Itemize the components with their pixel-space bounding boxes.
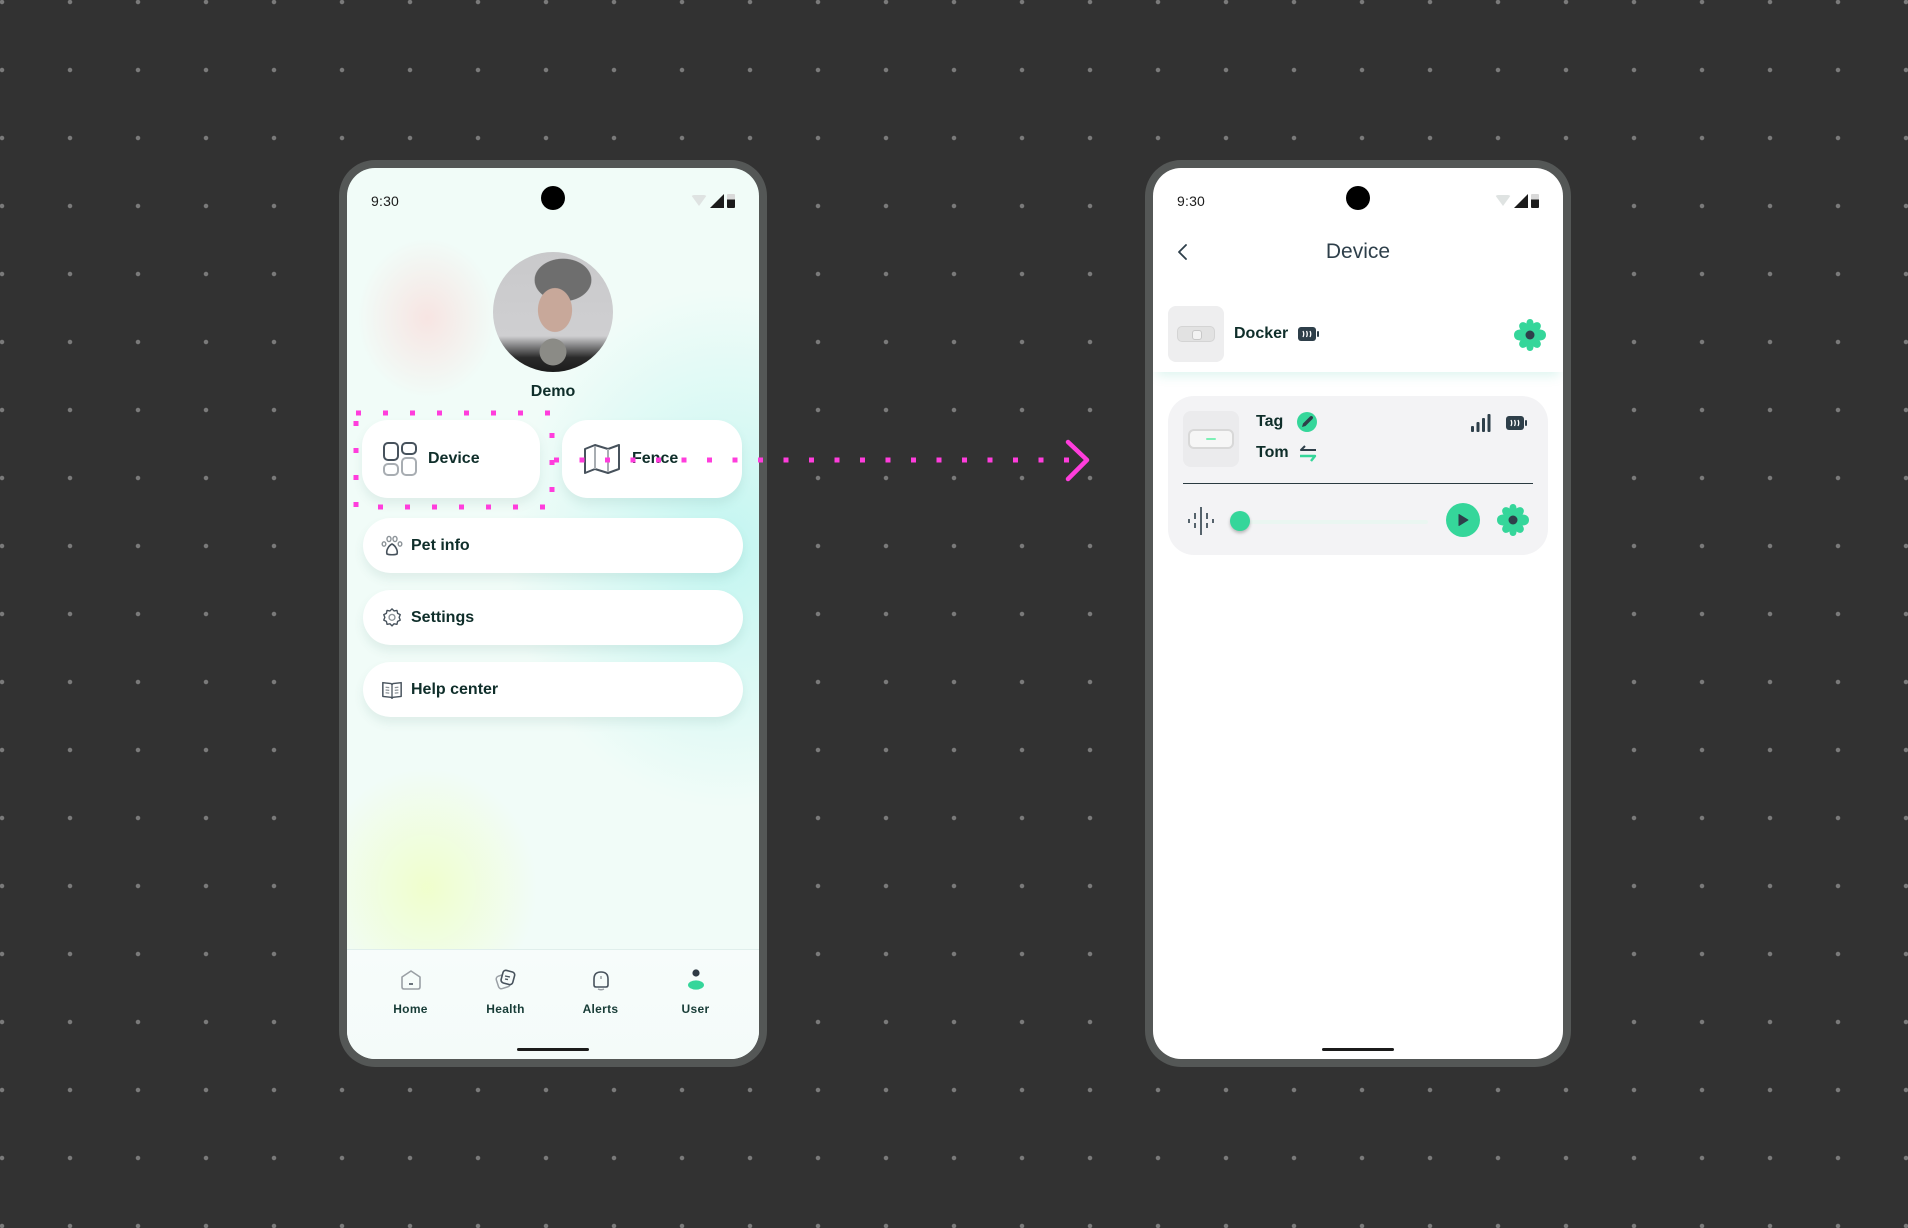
nav-user[interactable]: User <box>656 966 736 1059</box>
profile-name: Demo <box>530 383 576 400</box>
play-icon <box>1458 514 1469 526</box>
device-tile[interactable]: Device <box>362 420 540 498</box>
tag-name: Tag <box>1256 413 1284 430</box>
swap-icon[interactable] <box>1298 444 1318 464</box>
flow-arrowhead-icon <box>1065 439 1090 482</box>
paw-icon <box>381 535 403 556</box>
nav-label: Alerts <box>582 1002 619 1016</box>
docker-image <box>1168 306 1224 362</box>
battery-icon <box>1506 416 1528 435</box>
user-icon <box>687 969 704 990</box>
gear-icon <box>383 607 401 627</box>
home-icon <box>400 970 421 990</box>
signal-bars-icon <box>1471 414 1491 432</box>
nav-label: Home <box>393 1002 428 1016</box>
map-icon <box>584 444 620 474</box>
menu-item-label: Settings <box>411 608 475 626</box>
home-indicator[interactable] <box>517 1048 589 1051</box>
pet-name: Tom <box>1256 444 1289 461</box>
bottom-nav: Home Health Alerts User <box>347 949 759 1059</box>
device-tile-label: Device <box>428 450 480 467</box>
battery-status-icon <box>1531 194 1539 208</box>
tag-card: Tag Tom <box>1168 396 1548 555</box>
play-button[interactable] <box>1446 503 1480 537</box>
status-time: 9:30 <box>371 193 400 209</box>
wifi-icon <box>1495 195 1511 206</box>
audio-slider-track[interactable] <box>1238 520 1428 524</box>
tag-settings-gear-icon[interactable] <box>1496 503 1530 537</box>
health-icon <box>494 969 515 990</box>
audio-slider-thumb[interactable] <box>1230 511 1250 531</box>
fence-tile-label: Fence <box>632 450 679 467</box>
nav-health[interactable]: Health <box>466 966 546 1059</box>
docker-name: Docker <box>1234 325 1289 342</box>
wifi-icon <box>691 195 707 206</box>
prototype-flow-overlay <box>353 410 1090 510</box>
status-icons <box>691 194 735 208</box>
status-icons <box>1495 194 1539 208</box>
sound-wave-icon <box>1188 507 1214 535</box>
battery-icon <box>1298 327 1320 341</box>
page-title: Device <box>1325 240 1391 263</box>
fence-tile[interactable]: Fence <box>562 420 742 498</box>
battery-status-icon <box>727 194 735 208</box>
device-screen: 9:30 Device Docker Tag Tom <box>1153 168 1563 1059</box>
right-phone-frame: 9:30 Device Docker Tag Tom <box>1145 160 1571 1067</box>
book-icon <box>382 681 402 699</box>
docker-card[interactable]: Docker <box>1153 296 1563 372</box>
nav-label: Health <box>486 1002 525 1016</box>
menu-item-settings[interactable]: Settings <box>363 590 743 645</box>
user-screen: 9:30 Demo Device Fence Pet info Settings… <box>347 168 759 1059</box>
nav-home[interactable]: Home <box>371 966 451 1059</box>
cellular-icon <box>1514 194 1528 208</box>
menu-item-label: Help center <box>411 680 499 698</box>
device-grid-icon <box>383 442 417 476</box>
docker-settings-gear-icon[interactable] <box>1513 318 1547 352</box>
menu-item-help-center[interactable]: Help center <box>363 662 743 717</box>
avatar[interactable] <box>493 252 613 372</box>
nav-label: User <box>681 1002 710 1016</box>
menu-item-label: Pet info <box>411 536 470 554</box>
pencil-icon[interactable] <box>1296 411 1318 433</box>
left-phone-frame: 9:30 Demo Device Fence Pet info Settings… <box>339 160 767 1067</box>
status-time: 9:30 <box>1177 193 1206 209</box>
camera-cutout <box>541 186 565 210</box>
divider <box>1183 483 1533 484</box>
nav-alerts[interactable]: Alerts <box>561 966 641 1059</box>
camera-cutout <box>1346 186 1370 210</box>
menu-item-pet-info[interactable]: Pet info <box>363 518 743 573</box>
tag-image <box>1183 411 1239 467</box>
home-indicator[interactable] <box>1322 1048 1394 1051</box>
cellular-icon <box>710 194 724 208</box>
bell-icon <box>592 971 609 991</box>
